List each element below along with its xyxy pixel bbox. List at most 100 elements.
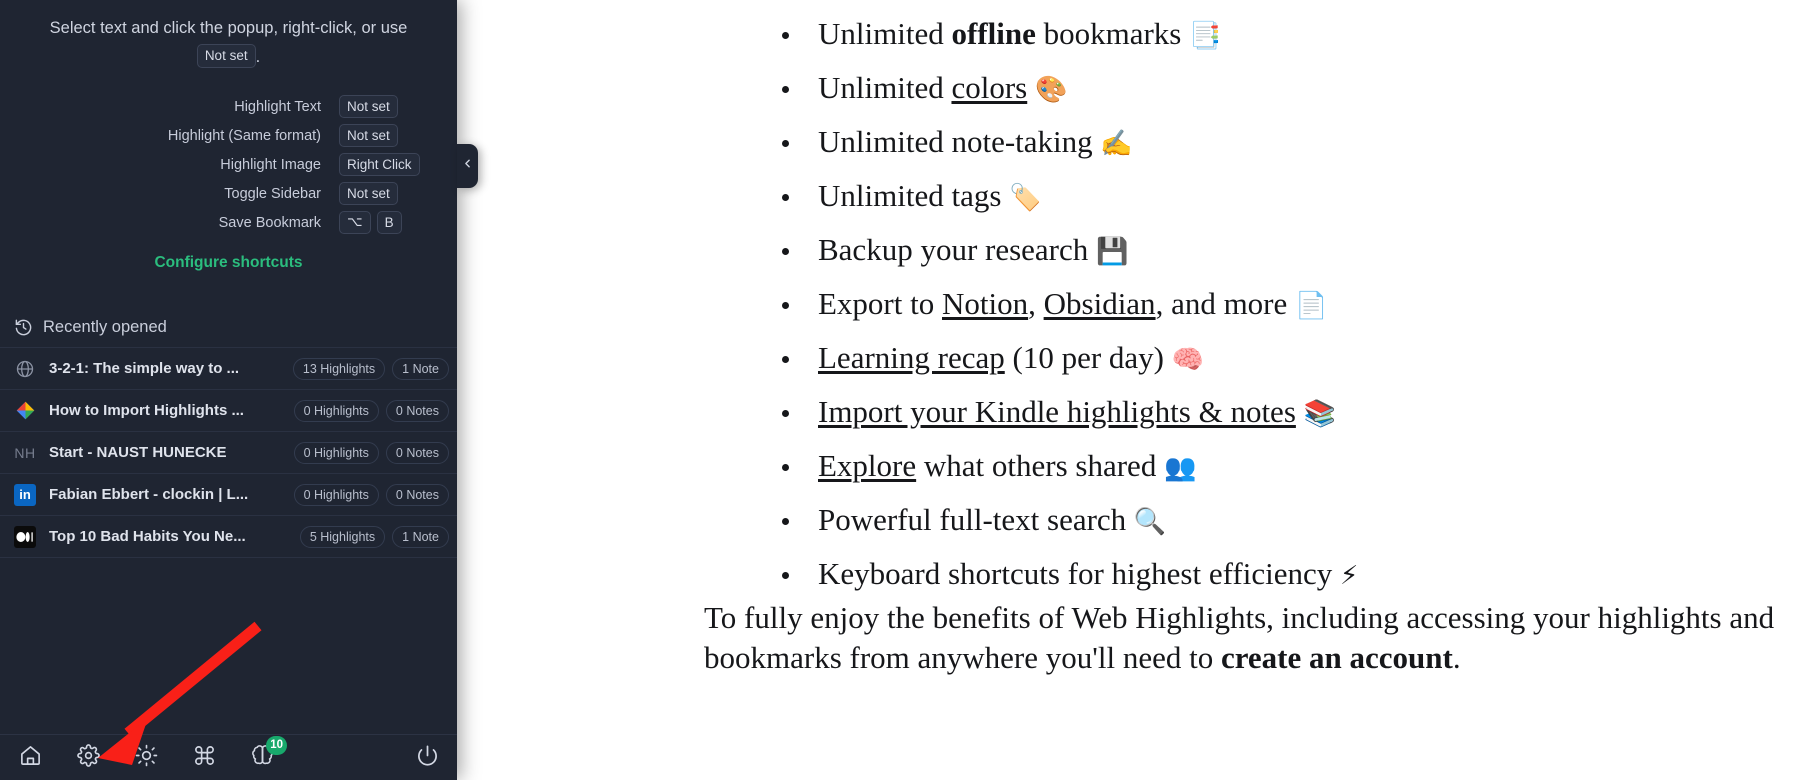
history-icon (14, 318, 33, 337)
inline-emoji: 📚 (1303, 399, 1337, 429)
shortcut-row: Highlight Text Not set (14, 92, 443, 121)
configure-shortcuts-link[interactable]: Configure shortcuts (14, 254, 443, 272)
shortcut-key-chip[interactable]: Not set (339, 123, 398, 148)
inline-link[interactable]: colors (951, 70, 1027, 105)
shortcuts-hint-key: Not set (196, 44, 256, 68)
feature-list-item: Powerful full-text search 🔍 (760, 494, 1358, 548)
inline-emoji: 🏷️ (1009, 183, 1042, 213)
text-run: Unlimited (818, 70, 952, 105)
shortcut-key-chip[interactable]: Right Click (339, 152, 420, 177)
bullet-icon (782, 32, 789, 39)
gear-button[interactable] (74, 743, 102, 772)
text-run: Backup your research (818, 232, 1097, 267)
inline-emoji: 💾 (1096, 237, 1129, 267)
shortcuts-panel: Select text and click the popup, right-c… (0, 0, 457, 272)
recent-item-counts: 0 Highlights 0 Notes (293, 441, 457, 464)
app-root: Unlimited offline bookmarks 📑 Unlimited c… (0, 0, 1800, 780)
shortcut-keys: Not set (333, 123, 443, 148)
linkedin-icon: in (14, 483, 36, 506)
inline-link[interactable]: Notion (942, 286, 1028, 321)
highlights-count-badge: 0 Highlights (293, 483, 379, 506)
recent-item-counts: 5 Highlights 1 Note (299, 525, 457, 548)
recent-item-title: Top 10 Bad Habits You Ne... (49, 528, 246, 545)
command-button[interactable] (190, 744, 218, 772)
inline-link[interactable]: Explore (818, 448, 916, 483)
bullet-icon (782, 464, 789, 471)
shortcut-key-chip[interactable]: Not set (339, 181, 398, 206)
bullet-icon (782, 140, 789, 147)
bullet-icon (782, 86, 789, 93)
bullet-icon (782, 518, 789, 525)
shortcut-keys: Not set (333, 94, 443, 119)
shortcut-row: Save Bookmark ⌥ B (14, 208, 443, 237)
power-button[interactable] (413, 744, 441, 772)
text-run: . (1452, 640, 1461, 675)
medium-icon (14, 525, 36, 548)
recent-item[interactable]: Top 10 Bad Habits You Ne... 5 Highlights 1… (0, 516, 457, 558)
recent-item-title: Fabian Ebbert - clockin | L... (49, 486, 249, 503)
brain-button[interactable]: 10 (248, 735, 287, 772)
feature-list-item: Unlimited colors 🎨 (760, 62, 1358, 116)
shortcut-row: Highlight (Same format) Not set (14, 121, 443, 150)
shortcut-key-chip[interactable]: Not set (339, 94, 398, 119)
recent-item[interactable]: 3-2-1: The simple way to ... 13 Highlight… (0, 348, 457, 390)
bullet-icon (782, 302, 789, 309)
recent-item[interactable]: How to Import Highlights ... 0 Highlights… (0, 390, 457, 432)
highlights-count-badge: 0 Highlights (293, 399, 379, 422)
notes-count-badge: 0 Notes (385, 441, 449, 464)
recent-item[interactable]: NH Start - NAUST HUNECKE 0 Highlights 0 Not… (0, 432, 457, 474)
shortcut-keys: Right Click (333, 152, 443, 177)
shortcut-row: Toggle Sidebar Not set (14, 179, 443, 208)
text-run: offline (951, 16, 1036, 51)
home-button[interactable] (16, 744, 44, 772)
sidebar-collapse-handle[interactable] (457, 144, 478, 188)
extension-sidebar: Select text and click the popup, right-c… (0, 0, 457, 780)
feature-list-item: Keyboard shortcuts for highest efficienc… (760, 548, 1358, 602)
text-run: Unlimited note-taking (818, 124, 1101, 159)
brightness-button[interactable] (132, 744, 160, 772)
notes-count-badge: 0 Notes (385, 399, 449, 422)
shortcut-row: Highlight Image Right Click (14, 150, 443, 179)
highlights-count-badge: 0 Highlights (293, 441, 379, 464)
text-run (1027, 70, 1035, 105)
inline-link[interactable]: Learning recap (818, 340, 1005, 375)
recently-opened-title: Recently opened (43, 318, 167, 336)
brightness-icon (135, 744, 158, 772)
recently-opened-list: 3-2-1: The simple way to ... 13 Highlight… (0, 347, 457, 558)
feature-list-item: Unlimited offline bookmarks 📑 (760, 8, 1358, 62)
shortcut-key-chip[interactable]: B (376, 210, 402, 235)
text-run: Powerful full-text search (818, 502, 1134, 537)
recent-item-counts: 0 Highlights 0 Notes (293, 399, 457, 422)
text-run: Unlimited tags (818, 178, 1010, 213)
shortcuts-hint-after: . (255, 48, 261, 66)
text-run: what others shared (916, 448, 1165, 483)
feature-list-item: Import your Kindle highlights & notes 📚 (760, 386, 1358, 440)
recent-item-title: How to Import Highlights ... (49, 402, 244, 419)
recent-item-counts: 13 Highlights 1 Note (292, 357, 457, 380)
feature-list: Unlimited offline bookmarks 📑 Unlimited c… (760, 8, 1358, 602)
inline-emoji: 🔍 (1133, 507, 1167, 537)
recent-item-counts: 0 Highlights 0 Notes (293, 483, 457, 506)
feature-list-item: Learning recap (10 per day) 🧠 (760, 332, 1358, 386)
inline-emoji: ⚡ (1339, 561, 1359, 591)
text-run: (10 per day) (1004, 340, 1172, 375)
inline-link[interactable]: Import your Kindle highlights & notes (818, 394, 1296, 429)
shortcuts-hint-before: Select text and click the popup, right-c… (49, 19, 408, 37)
inline-link[interactable]: Obsidian (1044, 286, 1156, 321)
text-run (1296, 394, 1304, 429)
google-drive-icon (14, 400, 36, 422)
recently-opened-section: Recently opened 3-2-1: The simple way to… (0, 318, 457, 558)
notes-count-badge: 1 Note (392, 525, 449, 548)
home-icon (19, 744, 42, 772)
toolbar-badge: 10 (266, 735, 287, 755)
bullet-icon (782, 248, 789, 255)
chevron-left-icon (461, 157, 474, 175)
shortcut-label: Save Bookmark (218, 214, 321, 231)
text-run: Keyboard shortcuts for highest efficienc… (818, 556, 1340, 591)
shortcut-keys: Not set (333, 181, 443, 206)
shortcut-key-chip[interactable]: ⌥ (339, 210, 371, 235)
bullet-icon (782, 194, 789, 201)
recent-item-title: Start - NAUST HUNECKE (49, 444, 227, 461)
recently-opened-header: Recently opened (0, 318, 457, 347)
recent-item[interactable]: in Fabian Ebbert - clockin | L... 0 Highli… (0, 474, 457, 516)
